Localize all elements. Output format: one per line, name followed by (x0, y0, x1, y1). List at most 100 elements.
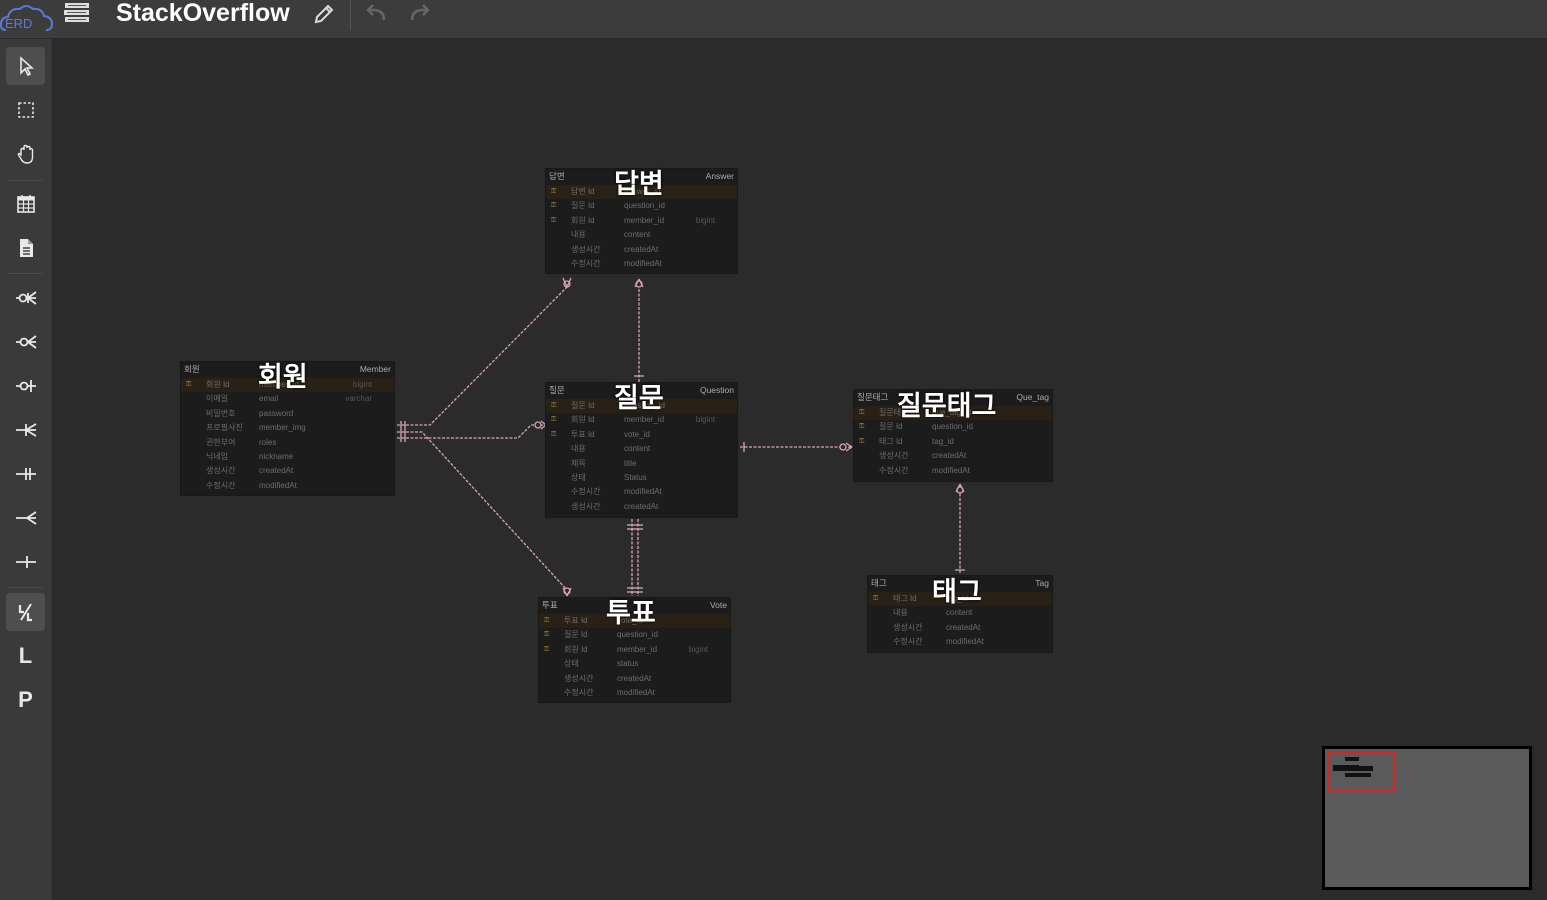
top-bar: ERD StackOverflow (0, 0, 1547, 39)
toolbar-separator (8, 273, 43, 274)
column-logical-name: 수정시간 (564, 687, 594, 697)
left-toolbar: L P (0, 39, 52, 900)
one-only-relation-button[interactable] (6, 455, 45, 493)
identification-toggle-icon (18, 603, 32, 622)
zero-one-relation-button[interactable] (6, 367, 45, 405)
book-icon[interactable] (62, 0, 92, 26)
column-logical-name: 회원 Id (564, 644, 588, 654)
entity-column-row[interactable]: 수정시간 modifiedAt (868, 635, 1052, 649)
one-n-relation-button[interactable] (6, 411, 45, 449)
relation-tag-quetag[interactable] (955, 483, 965, 573)
erd-cloud-logo[interactable]: ERD (0, 2, 54, 34)
column-logical-name: 생성시간 (571, 501, 601, 511)
table-icon (16, 195, 35, 213)
relation-question-quetag[interactable] (740, 442, 853, 452)
relation-question-answer[interactable] (634, 278, 644, 382)
entity-column-row[interactable]: 제목 title (546, 457, 737, 471)
memo-icon (19, 239, 33, 257)
entity-column-row[interactable]: ⚿ 회원 Id member_id bigint (546, 413, 737, 427)
selection-box-tool-button[interactable] (6, 91, 45, 129)
column-logical-name: 내용 (571, 230, 586, 240)
minimap-viewport[interactable] (1327, 751, 1395, 791)
entity-column-row[interactable]: 생성시간 createdAt (854, 449, 1052, 463)
member-overlay-label: 회원 (258, 362, 308, 393)
foreign-key-icon: ⚿ (551, 216, 557, 224)
column-physical-name: modifiedAt (259, 480, 297, 490)
entity-column-row[interactable]: 수정시간 modifiedAt (181, 479, 394, 493)
redo-icon[interactable] (408, 2, 432, 24)
column-physical-name: modifiedAt (624, 258, 662, 268)
zero-one-n-relation-button[interactable] (6, 279, 45, 317)
entity-column-row[interactable]: 권한부여 roles (181, 436, 394, 450)
column-logical-name: 회원 Id (571, 415, 595, 425)
entity-column-row[interactable]: 수정시간 modifiedAt (539, 686, 730, 700)
pencil-icon[interactable] (312, 2, 336, 26)
entity-column-row[interactable]: 생성시간 createdAt (546, 243, 737, 257)
entity-physical-name: Member (359, 364, 391, 374)
entity-column-row[interactable]: ⚿ 회원 Id member_id bigint (546, 214, 737, 228)
physical-mode-button[interactable]: P (6, 681, 45, 719)
entity-column-row[interactable]: ⚿ 질문 Id question_id (546, 199, 737, 213)
one-relation-button[interactable] (6, 543, 45, 581)
primary-key-icon: ⚿ (859, 409, 865, 416)
entity-column-row[interactable]: ⚿ 질문 Id question_id (539, 628, 730, 642)
entity-column-row[interactable]: 수정시간 modifiedAt (854, 464, 1052, 478)
relation-question-vote[interactable] (627, 519, 643, 596)
column-physical-name: content (624, 444, 651, 454)
pointer-tool-button[interactable] (6, 47, 45, 85)
foreign-key-icon: ⚿ (551, 430, 557, 438)
zero-n-relation-button[interactable] (6, 323, 45, 361)
column-physical-name: member_id (624, 215, 665, 225)
column-logical-name: 회원 Id (206, 380, 230, 389)
column-data-type: bigint (695, 215, 715, 225)
n-relation-button[interactable] (6, 499, 45, 537)
entity-logical-name: 질문태그 (857, 392, 889, 402)
column-physical-name: status (617, 659, 639, 669)
column-physical-name: vote_id (624, 429, 650, 439)
column-logical-name: 질문 Id (571, 201, 595, 211)
column-data-type: varchar (345, 394, 372, 404)
hand-icon (17, 144, 33, 164)
entity-column-row[interactable]: 생성시간 createdAt (181, 464, 394, 478)
entity-column-row[interactable]: 프로필사진 member_img (181, 421, 394, 435)
entity-column-row[interactable]: 수정시간 modifiedAt (546, 257, 737, 271)
column-logical-name: 상태 (564, 659, 579, 669)
column-physical-name: createdAt (932, 451, 967, 461)
column-logical-name: 질문 Id (571, 401, 595, 410)
column-physical-name: email (259, 394, 279, 404)
minimap[interactable] (1322, 746, 1532, 890)
memo-tool-button[interactable] (6, 229, 45, 267)
column-physical-name: createdAt (946, 622, 981, 632)
table-tool-button[interactable] (6, 185, 45, 223)
column-logical-name: 상태 (571, 472, 586, 482)
entity-column-row[interactable]: 이메일 email varchar (181, 392, 394, 406)
entity-column-row[interactable]: 내용 content (546, 228, 737, 242)
entity-columns: ⚿ 회원 Id member_id bigint 이메일 email varchar 비밀번호… (181, 378, 394, 493)
hand-tool-button[interactable] (6, 135, 45, 173)
project-title[interactable]: StackOverflow (116, 0, 290, 26)
entity-column-row[interactable]: 비밀번호 password (181, 407, 394, 421)
column-physical-name: Status (624, 472, 647, 482)
undo-icon[interactable] (364, 2, 388, 24)
entity-column-row[interactable]: 생성시간 createdAt (539, 672, 730, 686)
logical-mode-button[interactable]: L (6, 637, 45, 675)
identification-toggle-button[interactable] (6, 593, 45, 631)
column-physical-name: tag_id (932, 436, 954, 446)
column-logical-name: 수정시간 (206, 480, 236, 490)
entity-column-row[interactable]: 닉네임 nickname (181, 450, 394, 464)
entity-column-row[interactable]: 생성시간 createdAt (546, 500, 737, 514)
entity-column-row[interactable]: 상태 Status (546, 471, 737, 485)
entity-column-row[interactable]: 생성시간 createdAt (868, 621, 1052, 635)
relation-member-question[interactable] (397, 420, 547, 439)
entity-column-row[interactable]: ⚿ 회원 Id member_id bigint (539, 643, 730, 657)
entity-column-row[interactable]: 내용 content (546, 442, 737, 456)
question-overlay-label: 질문 (614, 383, 664, 414)
foreign-key-icon: ⚿ (544, 645, 550, 653)
entity-column-row[interactable]: ⚿ 투표 Id vote_id (546, 428, 737, 442)
primary-key-icon: ⚿ (186, 381, 192, 388)
column-physical-name: roles (259, 437, 277, 447)
column-physical-name: title (624, 458, 637, 468)
entity-column-row[interactable]: 상태 status (539, 657, 730, 671)
entity-column-row[interactable]: ⚿ 태그 Id tag_id (854, 435, 1052, 449)
entity-column-row[interactable]: 수정시간 modifiedAt (546, 485, 737, 499)
